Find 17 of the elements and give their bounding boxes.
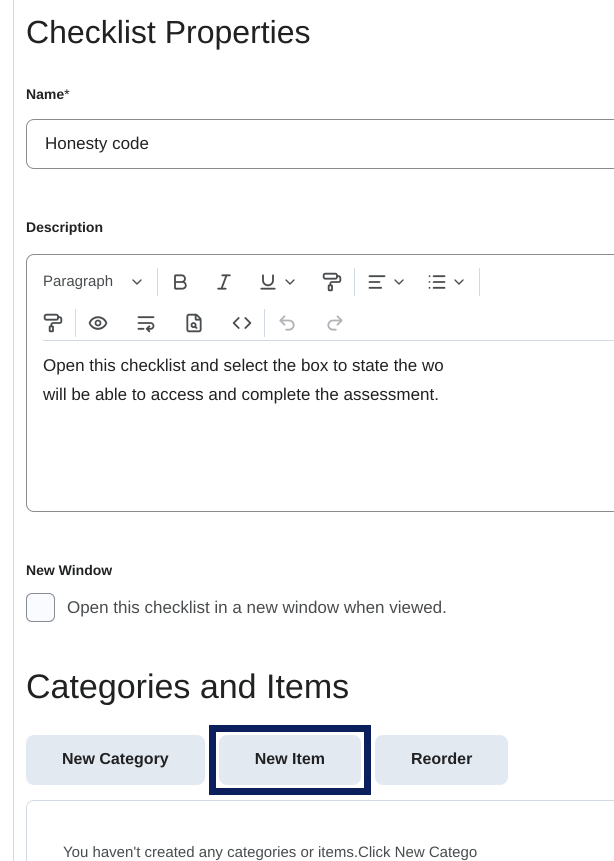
name-field[interactable]: Honesty code [26, 119, 614, 169]
toolbar-button[interactable]: New Category [26, 735, 205, 785]
checkbox[interactable] [26, 593, 55, 622]
paint-roller-icon[interactable] [43, 312, 63, 332]
page-title: Checklist Properties [26, 13, 312, 52]
empty-message: You haven't created any categories or items.Click New Catego [63, 844, 478, 861]
field-label: Name* [26, 85, 71, 104]
toolbar-button[interactable]: Reorder [374, 735, 508, 785]
field-label: Description [26, 218, 104, 237]
format-dropdown[interactable]: Paragraph [43, 270, 146, 294]
description-text[interactable]: Open this checklist and select the box to state the wo will be able to access and complete the assessment. [43, 351, 444, 409]
document-search-icon[interactable] [184, 312, 204, 332]
section-title: Categories and Items [26, 667, 350, 708]
checkbox-label: Open this checklist in a new window when viewed. [67, 596, 447, 619]
underline-icon[interactable] [258, 272, 278, 292]
field-label: New Window [26, 561, 114, 580]
toolbar-button[interactable]: New Item [218, 735, 361, 785]
